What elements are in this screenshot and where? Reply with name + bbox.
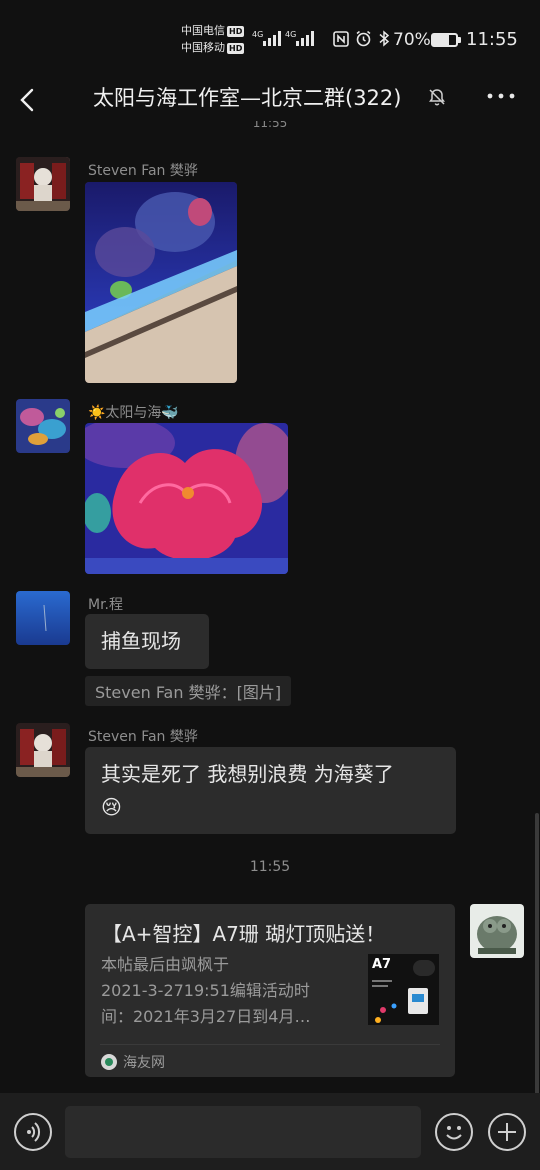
timestamp-cut: 11:55 — [248, 121, 292, 127]
voice-glyph — [27, 1122, 41, 1142]
avatar-image — [16, 399, 70, 453]
plus-glyph — [498, 1123, 516, 1141]
avatar-image — [16, 591, 70, 645]
carrier-2: 中国移动 HD — [181, 41, 245, 54]
aquarium-photo — [85, 182, 237, 383]
avatar-image — [16, 157, 70, 211]
status-time: 11:55 — [466, 29, 518, 50]
signal-bars-1-icon — [263, 30, 281, 46]
image-message-aquarium[interactable] — [85, 182, 237, 383]
network-type-1: 4G — [252, 30, 264, 39]
chevron-left-icon[interactable] — [16, 84, 40, 116]
quoted-message[interactable]: Steven Fan 樊骅：[图片] — [85, 676, 292, 706]
status-icons — [333, 30, 390, 47]
avatar-steven-fan[interactable] — [16, 723, 70, 777]
avatar-steven-fan[interactable] — [16, 157, 70, 211]
status-bar: 中国电信 HD 中国移动 HD 4G 4G 70% 11:55 — [0, 0, 540, 80]
text-message-bubble[interactable]: 其实是死了 我想别浪费 为海葵了 😢 — [85, 747, 456, 834]
link-card-divider — [100, 1044, 440, 1045]
coral-photo — [85, 423, 288, 574]
nfc-icon — [333, 30, 349, 47]
battery-percent: 70% — [393, 30, 431, 50]
message-text-line: 其实是死了 我想别浪费 为海葵了 — [101, 762, 394, 786]
smile-glyph — [446, 1126, 462, 1140]
link-card-title: 【A+智控】A7珊 瑚灯顶贴送！ — [102, 922, 386, 946]
avatar-mr-cheng[interactable] — [16, 591, 70, 645]
battery-fill — [433, 35, 450, 45]
link-card-message[interactable]: 【A+智控】A7珊 瑚灯顶贴送！ 本帖最后由飒枫于 2021-3-2719:51… — [85, 904, 455, 1077]
network-type-2: 4G — [285, 30, 297, 39]
battery-icon — [431, 33, 458, 47]
message-timestamp: 11:55 — [249, 859, 291, 875]
sender-name: Steven Fan 樊骅 — [88, 729, 198, 745]
emoji-icon[interactable] — [435, 1113, 473, 1151]
link-card-thumbnail: A7 — [368, 954, 439, 1025]
sender-name: Mr.程 — [88, 597, 123, 613]
emoji-crying: 😢 — [101, 795, 122, 819]
thumbnail-label: A7 — [372, 957, 392, 972]
sender-name: ☀️太阳与海🐳 — [88, 405, 179, 421]
avatar-image — [16, 723, 70, 777]
chat-header: 太阳与海工作室—北京二群(322) — [0, 80, 540, 120]
message-input[interactable] — [65, 1106, 421, 1158]
more-dots-icon[interactable] — [486, 86, 516, 106]
link-card-description: 本帖最后由飒枫于 2021-3-2719:51编辑活动时 间：2021年3月27… — [101, 955, 311, 1026]
avatar-image — [470, 904, 524, 958]
plus-icon[interactable] — [488, 1113, 526, 1151]
image-message-coral[interactable] — [85, 423, 288, 574]
text-message-bubble[interactable]: 捕鱼现场 — [85, 614, 209, 669]
source-logo-icon — [101, 1054, 117, 1070]
signal-bars-2-icon — [296, 30, 314, 46]
voice-icon[interactable] — [14, 1113, 52, 1151]
avatar-sun-and-sea[interactable] — [16, 399, 70, 453]
chat-scrollbar[interactable] — [535, 813, 539, 1095]
chat-title[interactable]: 太阳与海工作室—北京二群(322) — [93, 82, 401, 112]
bell-off-icon — [429, 89, 445, 106]
sender-name: Steven Fan 樊骅 — [88, 163, 198, 179]
alarm-icon — [356, 30, 371, 47]
battery-tip — [458, 37, 461, 43]
hd-badge-2: HD — [227, 43, 245, 54]
bluetooth-icon — [379, 30, 390, 47]
hd-badge-1: HD — [227, 26, 245, 37]
avatar-self[interactable] — [470, 904, 524, 958]
chat-input-bar — [0, 1093, 540, 1170]
carrier-1: 中国电信 HD — [181, 24, 245, 37]
link-card-source: 海友网 — [101, 1052, 165, 1072]
